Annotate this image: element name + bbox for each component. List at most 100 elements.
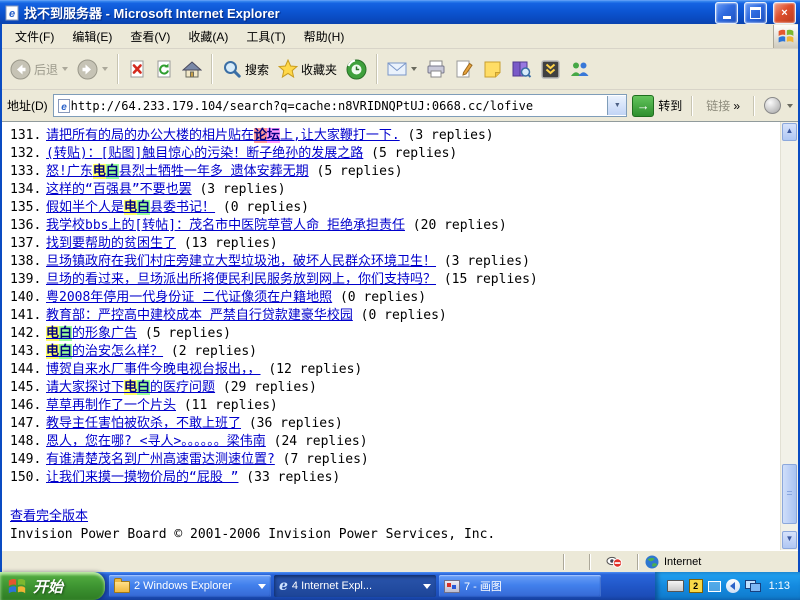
title-bar: e 找不到服务器 - Microsoft Internet Explorer × xyxy=(0,0,800,24)
task-label: 7 - 画图 xyxy=(464,578,596,594)
scroll-up-button[interactable]: ▲ xyxy=(782,123,797,141)
refresh-button[interactable] xyxy=(151,57,177,81)
extension-sphere-icon[interactable] xyxy=(764,97,781,114)
home-icon xyxy=(182,60,202,79)
thread-link[interactable]: 这样的“百强县”不要也罢 xyxy=(46,182,192,197)
keyboard-input-icon[interactable] xyxy=(667,580,684,592)
maximize-button[interactable] xyxy=(744,2,767,24)
menu-view[interactable]: 查看(V) xyxy=(121,25,179,48)
thread-link[interactable]: (转贴)：[贴图]触目惊心的污染！断子绝孙的发展之路 xyxy=(46,146,363,161)
thread-link[interactable]: 旦场镇政府在我们村庄旁建立大型垃圾池，破坏人民群众环境卫生！ xyxy=(46,254,436,269)
security-zone-pane: Internet xyxy=(641,554,795,570)
task-label: 4 Internet Expl... xyxy=(292,580,419,592)
item-number: 142. xyxy=(10,325,46,343)
address-dropdown-button[interactable]: ▼ xyxy=(607,96,626,115)
menu-favorites[interactable]: 收藏(A) xyxy=(179,25,237,48)
thread-link[interactable]: 教导主任害怕被砍杀，不敢上班了 xyxy=(46,416,241,431)
group-dropdown-icon[interactable] xyxy=(423,584,431,589)
menu-edit[interactable]: 编辑(E) xyxy=(63,25,121,48)
vertical-scrollbar[interactable]: ▲ ▼ xyxy=(780,122,798,550)
taskbar-buttons: 2 Windows Explorere4 Internet Expl... 7 -… xyxy=(105,572,655,600)
item-number: 138. xyxy=(10,253,46,271)
go-label: 转到 xyxy=(658,97,682,114)
edit-button[interactable] xyxy=(451,57,478,81)
go-button[interactable]: → 转到 xyxy=(632,95,682,117)
menu-tools[interactable]: 工具(T) xyxy=(237,25,294,48)
thread-link[interactable]: 粤2008年停用一代身份证 二代证像须在户籍地照 xyxy=(46,290,332,305)
research-books-icon xyxy=(511,60,532,79)
research-button[interactable] xyxy=(507,58,536,81)
system-tray: 2 1:13 xyxy=(655,572,800,600)
flashget-button[interactable] xyxy=(537,58,564,81)
scroll-down-button[interactable]: ▼ xyxy=(782,531,797,549)
reply-count: (5 replies) xyxy=(309,164,403,179)
thread-link[interactable]: 让我们来摸一摸物价局的“屁股 ” xyxy=(46,470,238,485)
search-term-highlight: 白 xyxy=(137,380,150,395)
windows-flag-icon xyxy=(7,576,27,596)
search-term-highlight: 坛 xyxy=(267,128,280,143)
view-full-version-link[interactable]: 查看完全版本 xyxy=(10,505,88,524)
list-item: 131.请把所有的局的办公大楼的相片贴在论坛上,让大家鞭打一下. (3 repl… xyxy=(10,127,774,145)
history-button[interactable] xyxy=(342,57,371,82)
taskbar-task-button[interactable]: 2 Windows Explorer xyxy=(109,575,271,597)
addressbar-separator xyxy=(753,96,755,116)
collapse-tray-button[interactable] xyxy=(726,579,740,593)
thread-link[interactable]: 教育部：严控高中建校成本 严禁自行贷款建豪华校园 xyxy=(46,308,353,323)
thread-link[interactable]: 博贺自来水厂事件今晚电视台报出，， xyxy=(46,362,261,377)
list-item: 150.让我们来摸一摸物价局的“屁股 ” (33 replies) xyxy=(10,469,774,487)
forward-button[interactable] xyxy=(73,57,112,82)
stop-icon xyxy=(128,59,146,79)
thread-link[interactable]: 草草再制作了一个片头 xyxy=(46,398,176,413)
thread-link[interactable]: 我学校bbs上的[转帖]：茂名市中医院草菅人命 拒绝承担责任 xyxy=(46,218,405,233)
item-number: 143. xyxy=(10,343,46,361)
taskbar-task-button[interactable]: e4 Internet Expl... xyxy=(274,575,436,597)
thread-link[interactable]: 请把所有的局的办公大楼的相片贴在论坛上,让大家鞭打一下. xyxy=(46,128,400,143)
folder-icon xyxy=(114,581,130,593)
internet-globe-icon xyxy=(645,555,659,569)
reply-count: (5 replies) xyxy=(363,146,457,161)
menu-file[interactable]: 文件(F) xyxy=(6,25,63,48)
links-label: 链接 xyxy=(706,97,730,114)
reply-count: (7 replies) xyxy=(275,452,369,467)
thread-link[interactable]: 有谁清楚茂名到广州高速雷达测速位置? xyxy=(46,452,275,467)
group-dropdown-icon[interactable] xyxy=(258,584,266,589)
thread-link[interactable]: 找到要帮助的贫困生了 xyxy=(46,236,176,251)
thread-link[interactable]: 怒!广东电白县烈士牺牲一年多 遗体安葬无期 xyxy=(46,164,309,179)
thread-link[interactable]: 旦场的看过来，旦场派出所将便民利民服务放到网上，你们支持吗？ xyxy=(46,272,436,287)
menu-help[interactable]: 帮助(H) xyxy=(295,25,354,48)
extension-dropdown-icon[interactable] xyxy=(787,104,793,108)
print-button[interactable] xyxy=(422,58,450,81)
home-button[interactable] xyxy=(178,58,206,81)
window-tray-icon[interactable] xyxy=(708,581,721,592)
stop-button[interactable] xyxy=(124,57,150,81)
input-indicator-icon[interactable]: 2 xyxy=(689,579,703,593)
scrollbar-thumb[interactable] xyxy=(782,464,797,524)
toolbar-separator xyxy=(211,54,213,84)
thread-link[interactable]: 电白的形象广告 xyxy=(46,326,137,341)
discuss-button[interactable] xyxy=(479,58,506,81)
messenger-button[interactable] xyxy=(565,58,594,80)
thread-link[interactable]: 恩人，您在哪? <寻人>。。。。。。梁伟南 xyxy=(46,434,266,449)
item-number: 133. xyxy=(10,163,46,181)
network-icon[interactable] xyxy=(745,580,761,592)
forward-icon xyxy=(77,59,98,80)
thread-link[interactable]: 假如半个人是电白县委书记！ xyxy=(46,200,215,215)
address-url[interactable]: http://64.233.179.104/search?q=cache:n8V… xyxy=(71,99,608,113)
thread-link[interactable]: 请大家探讨下电白的医疗问题 xyxy=(46,380,215,395)
address-field[interactable]: e http://64.233.179.104/search?q=cache:n… xyxy=(53,94,628,117)
messenger-icon xyxy=(569,60,590,78)
privacy-blocked-icon xyxy=(606,555,623,568)
start-button[interactable]: 开始 xyxy=(0,572,105,600)
links-button[interactable]: 链接 » xyxy=(702,97,744,114)
favorites-button[interactable]: 收藏夹 xyxy=(274,57,341,81)
search-button[interactable]: 搜索 xyxy=(218,57,273,81)
close-button[interactable]: × xyxy=(773,2,796,24)
privacy-report-pane[interactable] xyxy=(593,554,635,570)
minimize-button[interactable] xyxy=(715,2,738,24)
mail-button[interactable] xyxy=(383,59,421,79)
search-term-highlight: 白 xyxy=(106,164,119,179)
back-button[interactable]: 后退 xyxy=(6,57,72,82)
list-item: 135.假如半个人是电白县委书记！ (0 replies) xyxy=(10,199,774,217)
taskbar-task-button[interactable]: 7 - 画图 xyxy=(439,575,601,597)
thread-link[interactable]: 电白的治安怎么样？ xyxy=(46,344,163,359)
